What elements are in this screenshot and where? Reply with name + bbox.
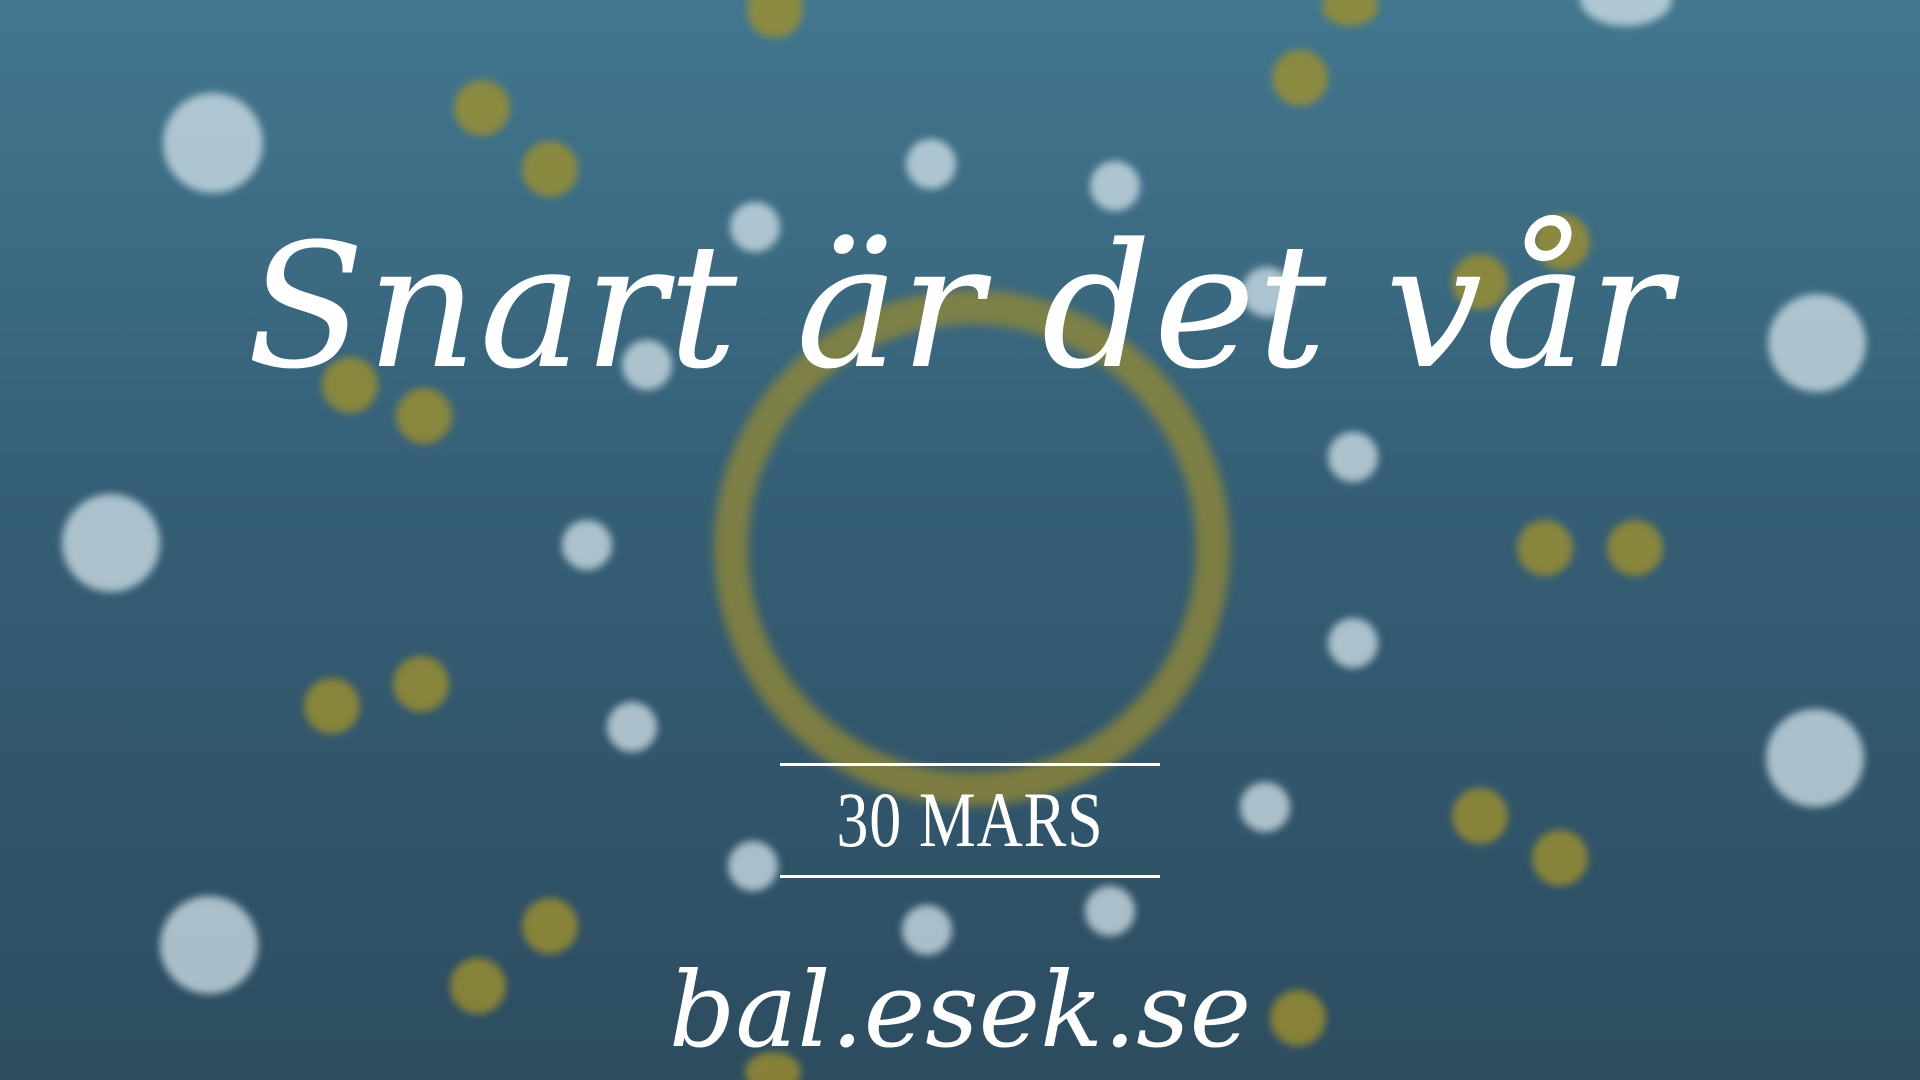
bokeh-dot	[304, 678, 360, 734]
bokeh-dot	[1328, 618, 1378, 668]
bokeh-dot	[454, 80, 510, 136]
bokeh-dot	[1452, 788, 1508, 844]
bokeh-dot	[1532, 830, 1588, 886]
website-url: bal.esek.se	[668, 949, 1252, 1071]
divider-top	[780, 763, 1160, 766]
bokeh-dot	[562, 520, 612, 570]
bokeh-dot	[902, 905, 952, 955]
bokeh-dot	[1240, 782, 1290, 832]
bokeh-dot	[522, 141, 578, 197]
bokeh-dot	[1272, 50, 1328, 106]
bokeh-dot	[1580, 0, 1672, 26]
bokeh-dot	[62, 494, 160, 592]
bokeh-dot	[163, 93, 263, 193]
bokeh-dot	[1328, 432, 1378, 482]
bokeh-dot	[1085, 886, 1135, 936]
bokeh-dot	[1607, 520, 1663, 576]
bokeh-dot	[1766, 709, 1864, 807]
bokeh-dot	[522, 898, 578, 954]
bokeh-dot	[1517, 520, 1573, 576]
bokeh-dot	[747, 0, 803, 38]
bokeh-dot	[906, 139, 956, 189]
bokeh-background	[0, 0, 1920, 1080]
date-block: 30 MARS	[780, 760, 1160, 880]
bokeh-dot	[728, 841, 778, 891]
bokeh-dot	[607, 702, 657, 752]
bokeh-dot	[1322, 0, 1378, 26]
event-date: 30 MARS	[836, 776, 1104, 863]
headline: Snart är det vår	[246, 206, 1674, 407]
bokeh-dot	[393, 656, 449, 712]
divider-bottom	[780, 875, 1160, 878]
